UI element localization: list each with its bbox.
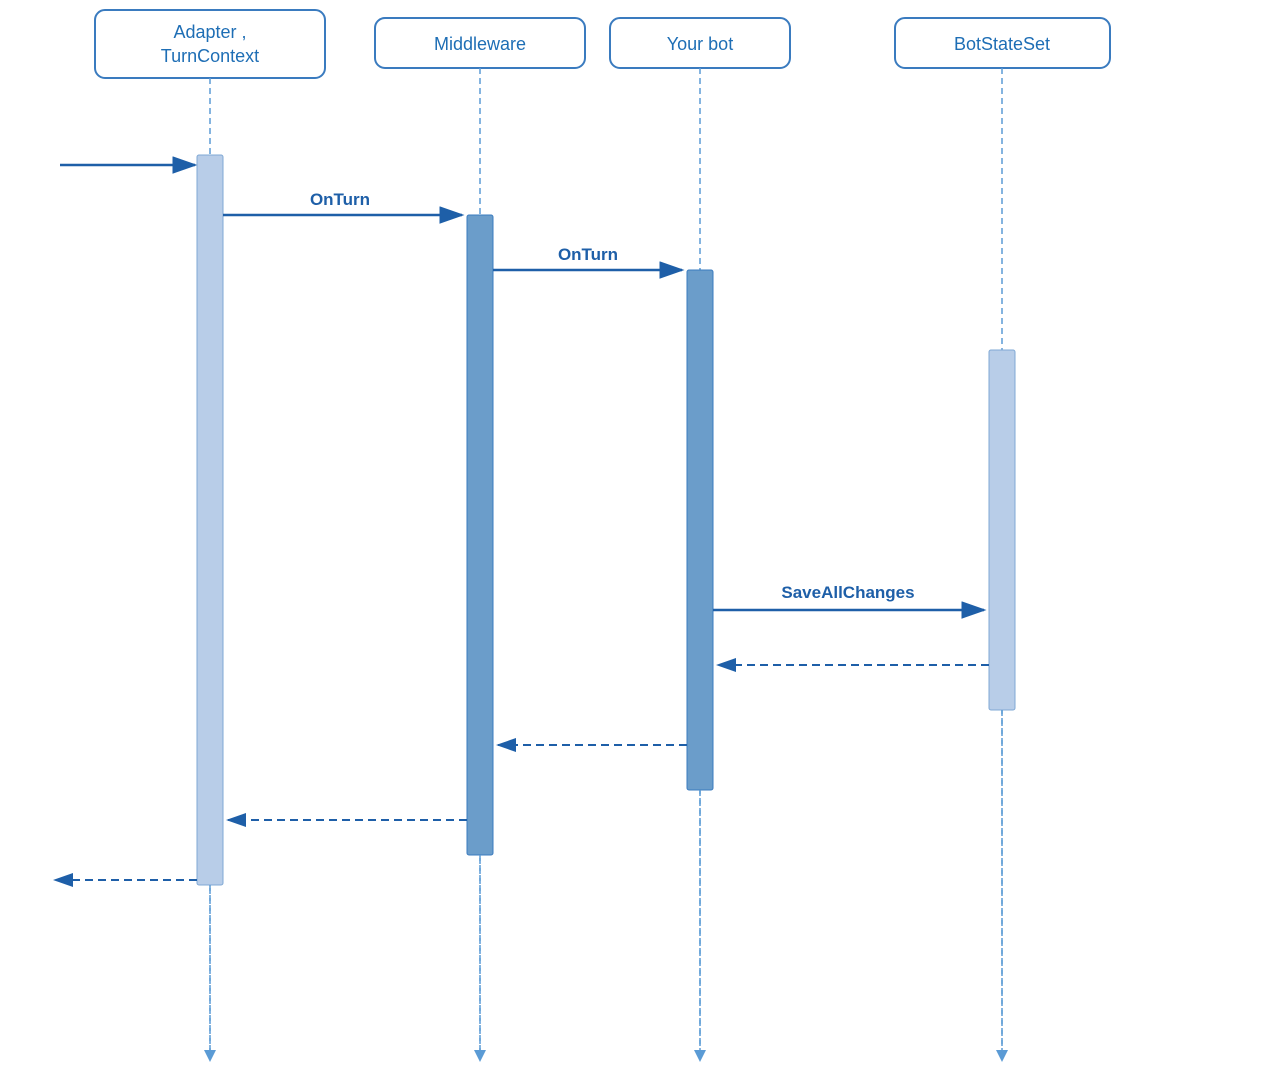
- actor-label-adapter2: TurnContext: [161, 46, 259, 66]
- actor-label-adapter: Adapter ,: [173, 22, 246, 42]
- activation-botstateset: [989, 350, 1015, 710]
- actor-label-botstateset: BotStateSet: [954, 34, 1050, 54]
- lifeline-arrow-adapter: [204, 1050, 216, 1062]
- sequence-diagram: Adapter , TurnContext Middleware Your bo…: [0, 0, 1280, 1090]
- activation-middleware: [467, 215, 493, 855]
- message-label-onturn-1: OnTurn: [310, 190, 370, 209]
- lifeline-arrow-yourbot: [694, 1050, 706, 1062]
- activation-yourbot: [687, 270, 713, 790]
- message-label-saveallchanges: SaveAllChanges: [781, 583, 914, 602]
- message-label-onturn-2: OnTurn: [558, 245, 618, 264]
- actor-label-middleware: Middleware: [434, 34, 526, 54]
- activation-adapter: [197, 155, 223, 885]
- lifeline-arrow-botstateset: [996, 1050, 1008, 1062]
- lifeline-arrow-middleware: [474, 1050, 486, 1062]
- actor-label-yourbot: Your bot: [667, 34, 733, 54]
- actor-box-adapter: [95, 10, 325, 78]
